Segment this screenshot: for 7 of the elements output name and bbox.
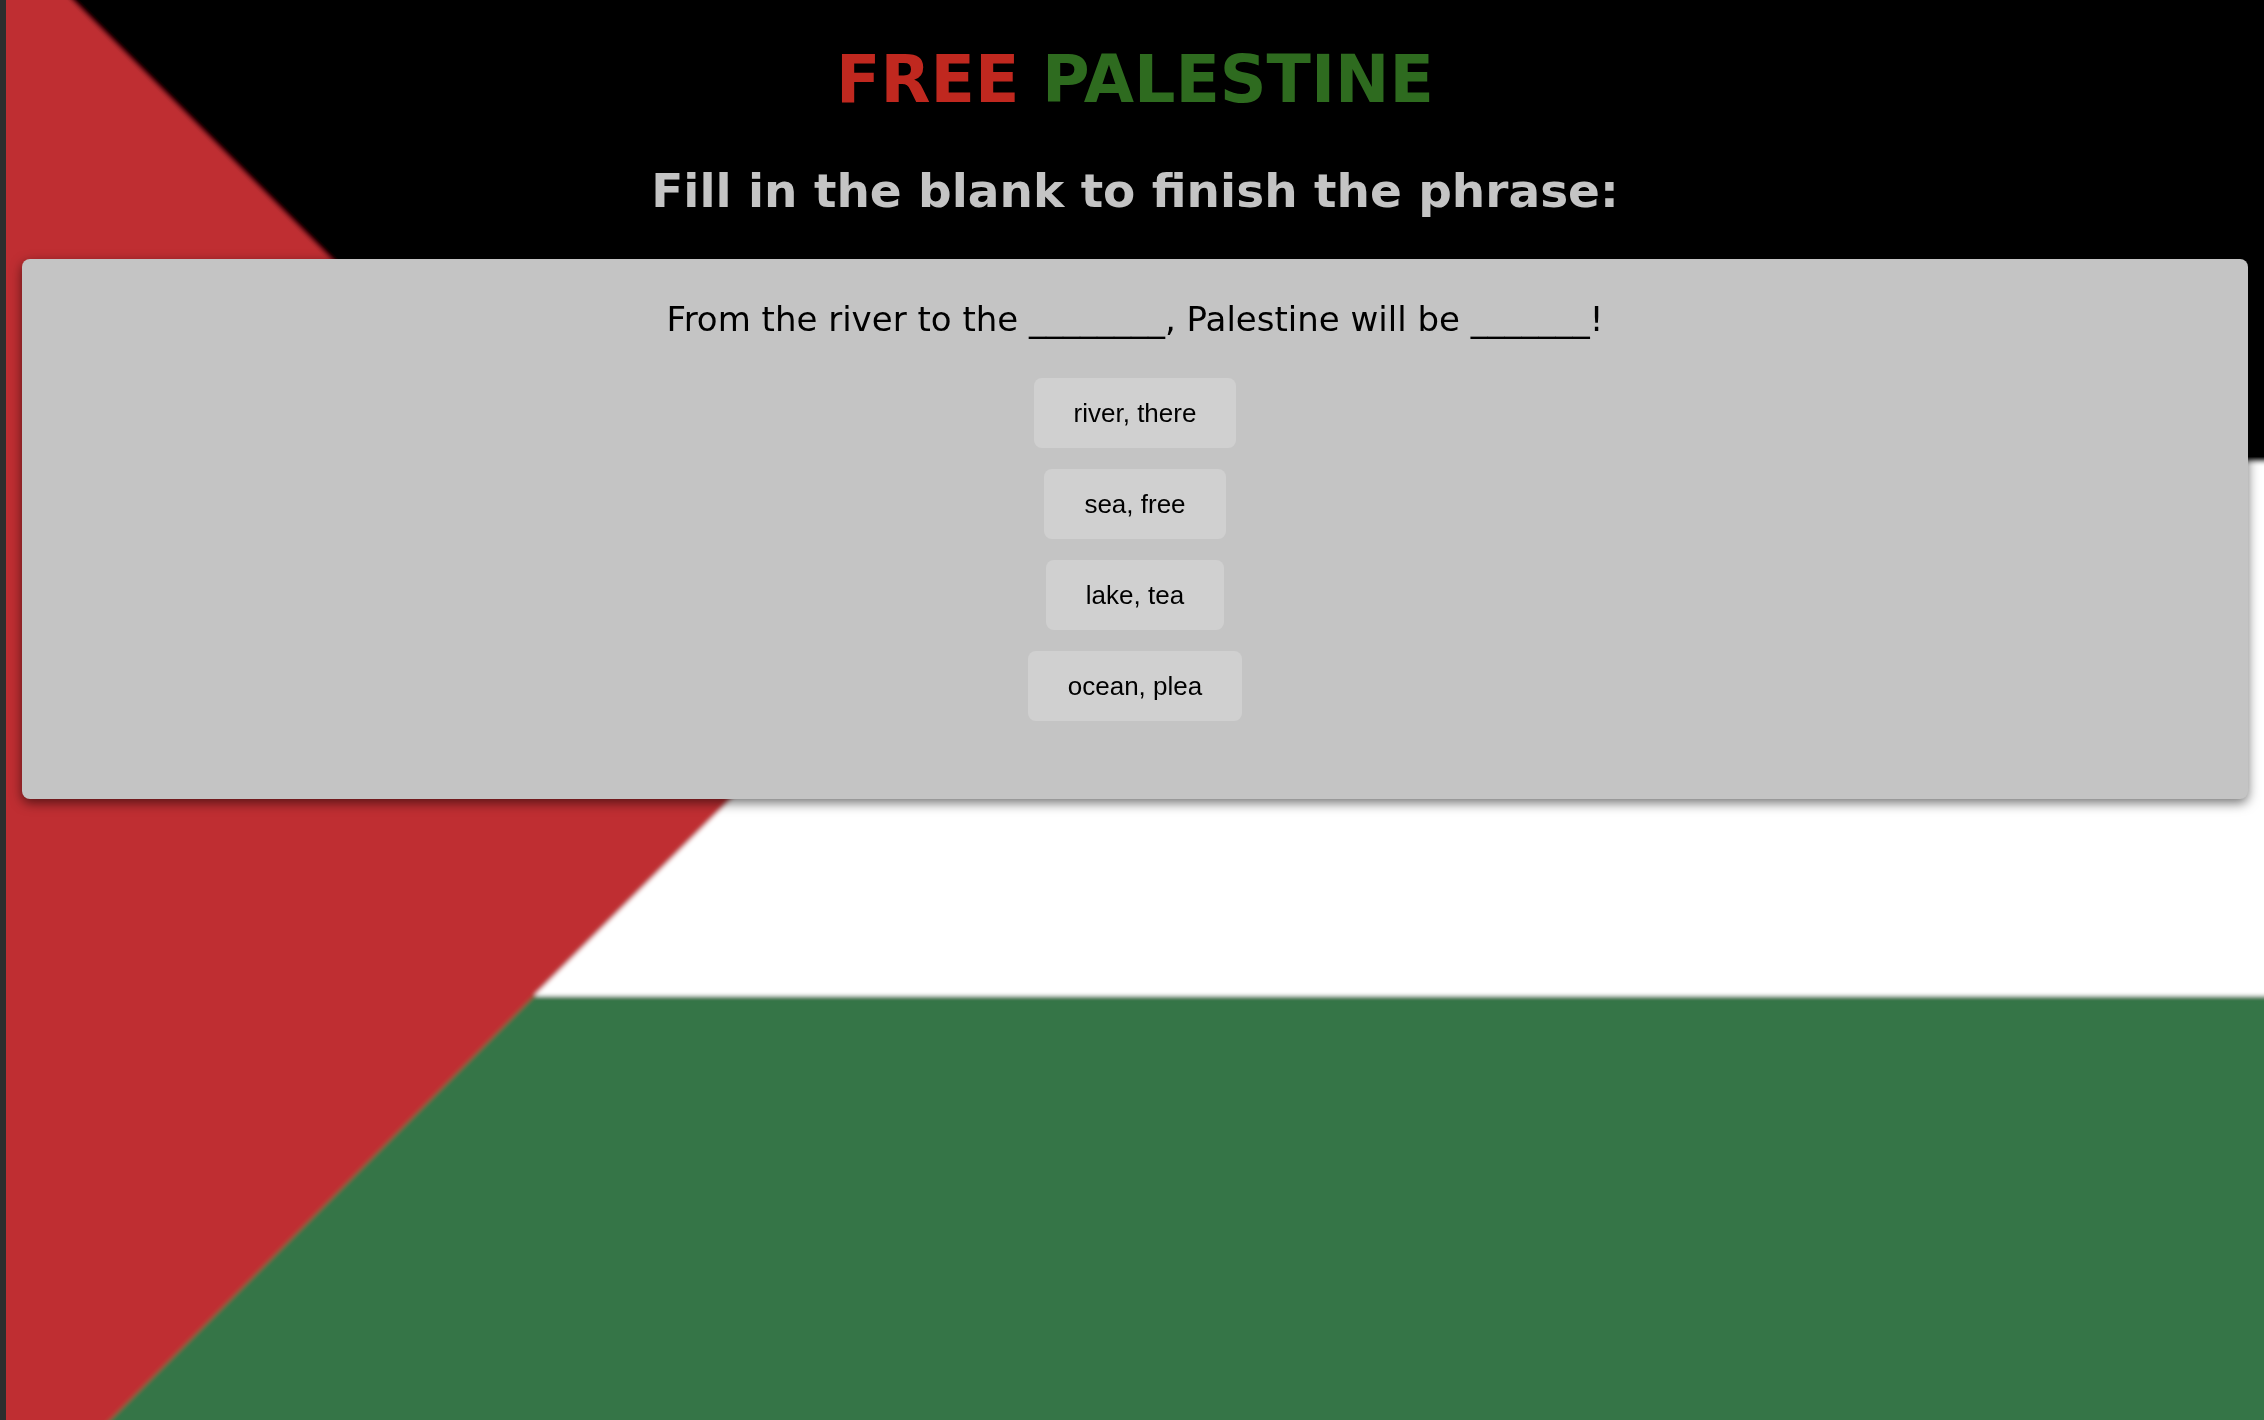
answer-option[interactable]: lake, tea (1045, 560, 1225, 630)
answer-option[interactable]: sea, free (1044, 469, 1226, 539)
answer-option[interactable]: ocean, plea (1027, 651, 1243, 721)
page-title: FREE PALESTINE (836, 41, 1434, 119)
question-text: From the river to the ________, Palestine will be _______! (666, 299, 1604, 339)
answer-option[interactable]: river, there (1033, 378, 1237, 448)
page-subtitle: Fill in the blank to finish the phrase: (651, 163, 1619, 219)
